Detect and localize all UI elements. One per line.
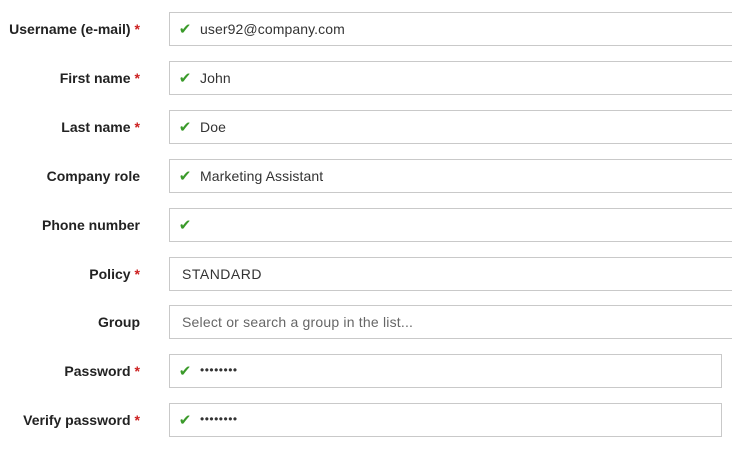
company-role-field[interactable]: ✔ Marketing Assistant [169,159,732,193]
username-row: Username (e-mail) * ✔ user92@company.com [0,12,732,46]
checkmark-icon: ✔ [178,168,192,185]
phone-number-field[interactable]: ✔ [169,208,732,242]
password-value: •••••••• [200,363,238,377]
group-label: Group [98,314,140,330]
last-name-row: Last name * ✔ Doe [0,110,732,144]
policy-value: STANDARD [182,266,262,282]
company-role-row: Company role ✔ Marketing Assistant [0,159,732,193]
password-label: Password * [64,363,140,379]
last-name-value: Doe [200,119,226,135]
password-field[interactable]: ✔ •••••••• [169,354,722,388]
checkmark-icon: ✔ [178,412,192,429]
group-placeholder: Select or search a group in the list... [182,314,414,330]
last-name-label: Last name * [61,119,140,135]
first-name-field[interactable]: ✔ John [169,61,732,95]
username-label: Username (e-mail) * [9,21,140,37]
policy-label: Policy * [89,266,140,282]
first-name-row: First name * ✔ John [0,61,732,95]
phone-number-row: Phone number ✔ [0,208,732,242]
group-row: Group Select or search a group in the li… [0,305,732,339]
user-form: Username (e-mail) * ✔ user92@company.com … [0,0,732,451]
checkmark-icon: ✔ [178,217,192,234]
checkmark-icon: ✔ [178,21,192,38]
verify-password-label: Verify password * [23,412,140,428]
company-role-label: Company role [46,168,140,184]
checkmark-icon: ✔ [178,119,192,136]
verify-password-row: Verify password * ✔ •••••••• [0,403,732,437]
required-marker: * [134,70,140,86]
required-marker: * [134,412,140,428]
policy-select[interactable]: STANDARD [169,257,732,291]
checkmark-icon: ✔ [178,70,192,87]
first-name-value: John [200,70,231,86]
required-marker: * [134,266,140,282]
verify-password-field[interactable]: ✔ •••••••• [169,403,722,437]
required-marker: * [134,363,140,379]
verify-password-value: •••••••• [200,412,238,426]
policy-row: Policy * STANDARD [0,257,732,291]
last-name-field[interactable]: ✔ Doe [169,110,732,144]
phone-number-label: Phone number [41,217,140,233]
first-name-label: First name * [59,70,140,86]
required-marker: * [134,21,140,37]
group-search-select[interactable]: Select or search a group in the list... [169,305,732,339]
password-row: Password * ✔ •••••••• [0,354,732,388]
company-role-value: Marketing Assistant [200,168,324,184]
required-marker: * [134,119,140,135]
checkmark-icon: ✔ [178,363,192,380]
username-value: user92@company.com [200,21,345,37]
username-field[interactable]: ✔ user92@company.com [169,12,732,46]
